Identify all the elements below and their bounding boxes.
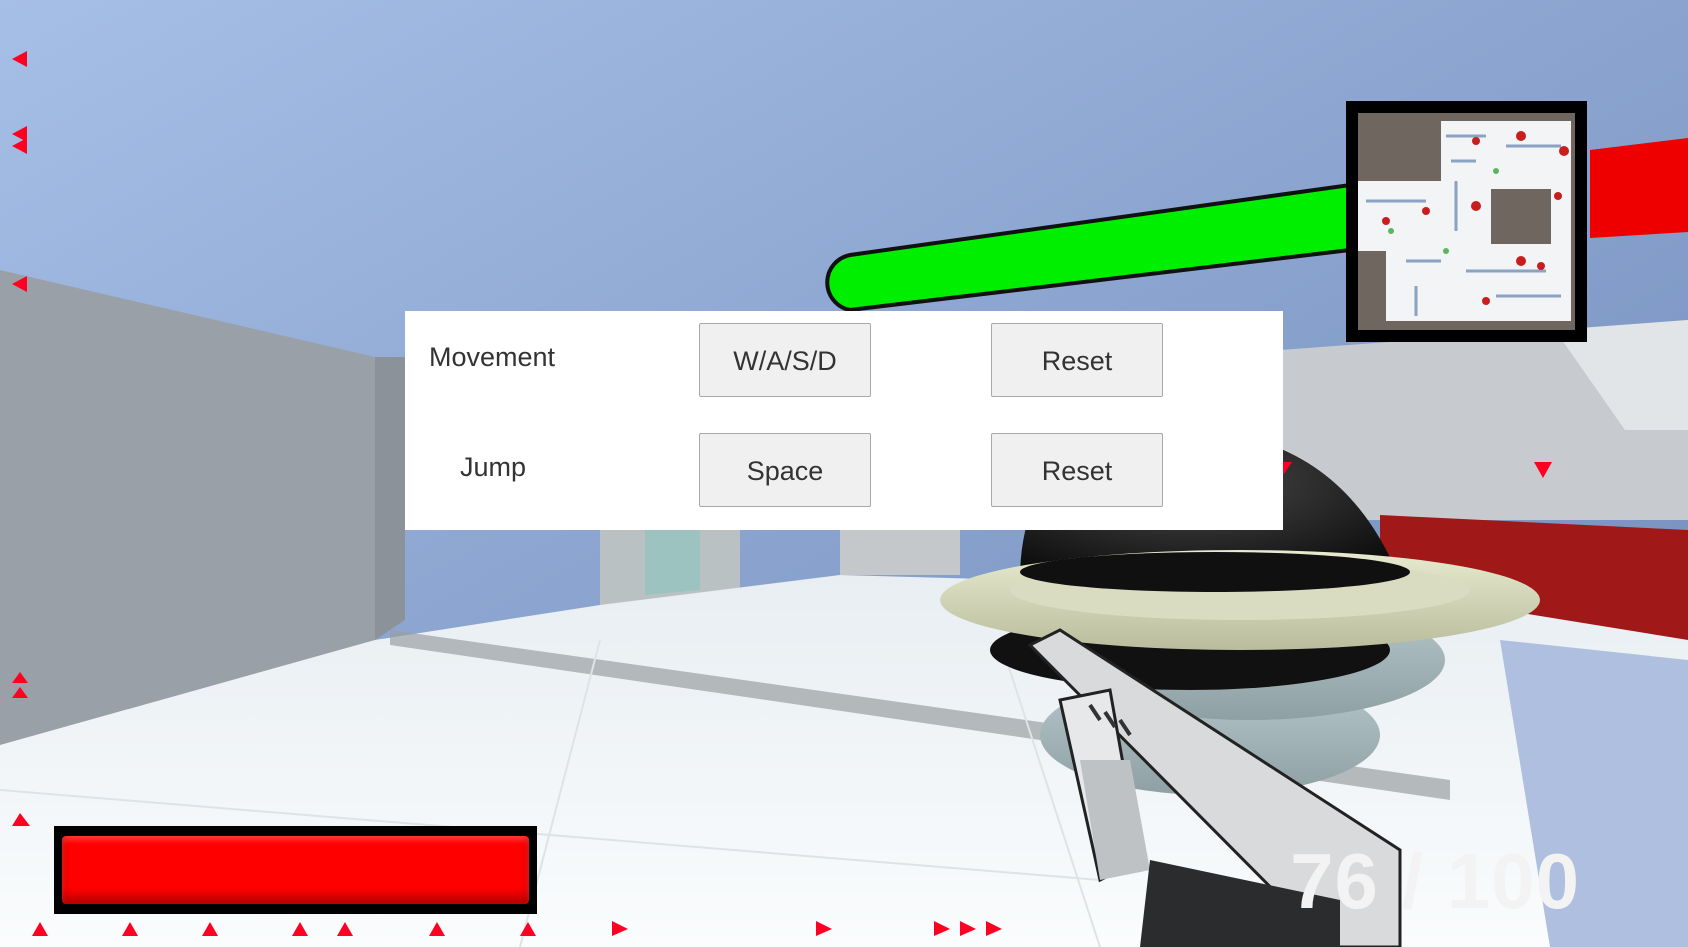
- red-triangle-icon: [12, 813, 30, 826]
- action-label-movement: Movement: [429, 342, 556, 372]
- jump-key-button[interactable]: Space: [699, 433, 871, 507]
- red-triangle-icon: [12, 672, 28, 683]
- player-health-bar: [54, 826, 537, 914]
- red-triangle-icon: [12, 138, 27, 154]
- action-label-jump: Jump: [460, 452, 527, 482]
- red-triangle-icon: [612, 921, 628, 936]
- ammo-counter: 76 / 100: [1290, 837, 1580, 925]
- red-triangle-icon: [520, 922, 536, 936]
- red-triangle-icon: [122, 922, 138, 936]
- keybind-row-jump: Jump Space Reset: [405, 427, 1283, 507]
- red-triangle-icon: [202, 922, 218, 936]
- red-triangle-icon: [12, 687, 28, 698]
- minimap-view: [1358, 113, 1575, 330]
- player-health-fill: [62, 836, 529, 904]
- red-triangle-icon: [32, 922, 48, 936]
- red-triangle-icon: [1534, 462, 1552, 478]
- red-triangle-icon: [292, 922, 308, 936]
- red-triangle-icon: [12, 276, 27, 292]
- jump-reset-button[interactable]: Reset: [991, 433, 1163, 507]
- movement-reset-button[interactable]: Reset: [991, 323, 1163, 397]
- red-triangle-icon: [429, 922, 445, 936]
- movement-key-button[interactable]: W/A/S/D: [699, 323, 871, 397]
- red-triangle-icon: [337, 922, 353, 936]
- red-triangle-icon: [12, 51, 27, 67]
- red-triangle-icon: [934, 921, 950, 936]
- red-triangle-icon: [816, 921, 832, 936]
- keybind-settings-panel: Movement W/A/S/D Reset Jump Space Reset: [405, 311, 1283, 530]
- red-triangle-icon: [986, 921, 1002, 936]
- minimap: [1346, 101, 1587, 342]
- red-triangle-icon: [960, 921, 976, 936]
- keybind-row-movement: Movement W/A/S/D Reset: [405, 317, 1283, 397]
